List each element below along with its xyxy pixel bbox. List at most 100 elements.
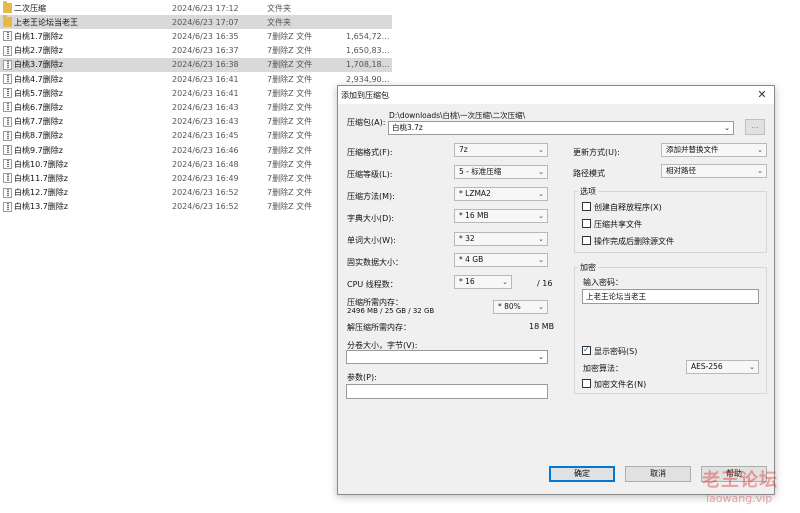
file-date: 2024/6/23 16:37: [172, 46, 239, 56]
file-row[interactable]: 白桃13.7删除z 2024/6/23 16:52 7删除Z 文件: [0, 200, 392, 214]
password-label: 输入密码：: [583, 278, 623, 287]
cpu-value: * 16: [459, 277, 475, 286]
dict-select[interactable]: * 16 MB ⌄: [454, 209, 548, 223]
chevron-down-icon[interactable]: ⌄: [724, 122, 730, 134]
file-size: 1,708,187...: [346, 60, 390, 70]
file-row[interactable]: 上老王论坛当老王 2024/6/23 17:07 文件夹: [0, 15, 392, 30]
close-icon[interactable]: ✕: [755, 88, 769, 102]
chevron-down-icon: ⌄: [538, 256, 544, 264]
sfx-label: 创建自释放程序(X): [594, 203, 662, 212]
path-select[interactable]: 相对路径 ⌄: [661, 164, 767, 178]
archive-icon: [3, 74, 12, 84]
show-password-checkbox[interactable]: [582, 345, 591, 355]
file-type: 7删除Z 文件: [267, 46, 313, 56]
file-date: 2024/6/23 16:41: [172, 74, 239, 84]
dialog-titlebar[interactable]: 添加到压缩包 ✕: [338, 86, 774, 104]
file-name: 白桃11.7删除z: [14, 173, 69, 183]
archive-name-input[interactable]: 白桃3.7z ⌄: [388, 121, 734, 135]
update-value: 添加并替换文件: [666, 145, 719, 154]
method-select[interactable]: * LZMA2 ⌄: [454, 187, 548, 201]
params-label: 参数(P):: [347, 373, 377, 382]
mem-select[interactable]: * 80% ⌄: [493, 300, 548, 314]
update-select[interactable]: 添加并替换文件 ⌄: [661, 143, 767, 157]
archive-icon: [3, 130, 12, 141]
encrypt-title: 加密: [578, 262, 598, 273]
file-row[interactable]: 白桃4.7删除z 2024/6/23 16:41 7删除Z 文件 2,934,902.…: [0, 72, 392, 86]
file-name: 白桃1.7删除z: [14, 31, 63, 41]
file-date: 2024/6/23 16:52: [172, 188, 239, 198]
password-value: 上老王论坛当老王: [586, 292, 646, 301]
shared-label: 压缩共享文件: [594, 220, 642, 229]
file-row[interactable]: 白桃8.7删除z 2024/6/23 16:45 7删除Z 文件: [0, 129, 392, 143]
method-label: 压缩方法(M):: [347, 192, 395, 201]
solid-select[interactable]: * 4 GB ⌄: [454, 253, 548, 267]
encrypt-names-checkbox[interactable]: [582, 379, 591, 388]
archive-icon: [3, 187, 12, 198]
params-input[interactable]: [346, 384, 548, 399]
delete-source-checkbox[interactable]: [582, 236, 591, 245]
cancel-button[interactable]: 取消: [625, 466, 691, 482]
file-name: 白桃9.7删除z: [14, 145, 63, 155]
archive-icon: [3, 173, 12, 184]
path-label: 路径模式: [573, 169, 605, 178]
file-name: 白桃4.7删除z: [14, 74, 63, 84]
file-date: 2024/6/23 16:48: [172, 159, 239, 169]
file-name: 白桃5.7删除z: [14, 88, 63, 98]
file-type: 文件夹: [267, 17, 291, 27]
dialog-title: 添加到压缩包: [341, 91, 389, 100]
file-name: 白桃8.7删除z: [14, 131, 63, 141]
archive-icon: [3, 102, 12, 113]
file-date: 2024/6/23 17:07: [172, 17, 239, 27]
format-select[interactable]: 7z ⌄: [454, 143, 548, 157]
cpu-select[interactable]: * 16 ⌄: [454, 275, 512, 289]
watermark-url: laowang.vip: [706, 492, 773, 505]
ok-button[interactable]: 确定: [549, 466, 615, 482]
word-label: 单词大小(W):: [347, 236, 396, 245]
split-input[interactable]: ⌄: [346, 350, 548, 364]
password-input[interactable]: 上老王论坛当老王: [582, 289, 759, 304]
file-row[interactable]: 白桃5.7删除z 2024/6/23 16:41 7删除Z 文件: [0, 86, 392, 100]
chevron-down-icon: ⌄: [749, 363, 755, 371]
file-date: 2024/6/23 16:49: [172, 173, 239, 183]
file-row[interactable]: 白桃3.7删除z 2024/6/23 16:38 7删除Z 文件 1,708,187.…: [0, 57, 392, 72]
browse-button[interactable]: ...: [745, 119, 765, 135]
level-select[interactable]: 5 - 标准压缩 ⌄: [454, 165, 548, 179]
dict-label: 字典大小(D):: [347, 214, 395, 223]
cpu-total: / 16: [537, 279, 553, 288]
enc-method-select[interactable]: AES-256 ⌄: [686, 360, 759, 374]
sfx-checkbox[interactable]: [582, 202, 591, 211]
file-row[interactable]: 白桃7.7删除z 2024/6/23 16:43 7删除Z 文件: [0, 115, 392, 129]
archive-icon: [3, 45, 12, 56]
file-list: 二次压缩 2024/6/23 17:12 文件夹 上老王论坛当老王 2024/6/23 …: [0, 0, 392, 220]
file-type: 7删除Z 文件: [267, 202, 313, 212]
file-row[interactable]: 白桃9.7删除z 2024/6/23 16:46 7删除Z 文件: [0, 143, 392, 157]
archive-icon: [3, 59, 12, 70]
file-type: 7删除Z 文件: [267, 60, 313, 70]
chevron-down-icon[interactable]: ⌄: [538, 351, 544, 363]
watermark-logo-text: 老王论坛: [702, 470, 778, 491]
file-row[interactable]: 白桃12.7删除z 2024/6/23 16:52 7删除Z 文件: [0, 186, 392, 200]
archive-icon: [3, 159, 12, 170]
file-date: 2024/6/23 16:43: [172, 102, 239, 112]
file-row[interactable]: 白桃10.7删除z 2024/6/23 16:48 7删除Z 文件: [0, 157, 392, 171]
word-select[interactable]: * 32 ⌄: [454, 232, 548, 246]
file-size: 1,654,724...: [346, 31, 390, 41]
shared-checkbox[interactable]: [582, 219, 591, 228]
add-to-archive-dialog: 添加到压缩包 ✕ 压缩包(A): D:\downloads\白桃\一次压缩\二次…: [337, 85, 775, 495]
update-label: 更新方式(U):: [573, 148, 620, 157]
file-row[interactable]: 白桃11.7删除z 2024/6/23 16:49 7删除Z 文件: [0, 171, 392, 185]
method-value: * LZMA2: [459, 189, 491, 198]
file-date: 2024/6/23 16:41: [172, 88, 239, 98]
file-row[interactable]: 白桃2.7删除z 2024/6/23 16:37 7删除Z 文件 1,650,831.…: [0, 44, 392, 58]
file-name: 白桃7.7删除z: [14, 117, 63, 127]
file-date: 2024/6/23 16:38: [172, 60, 239, 70]
file-row[interactable]: 白桃6.7删除z 2024/6/23 16:43 7删除Z 文件: [0, 100, 392, 114]
chevron-down-icon: ⌄: [538, 212, 544, 220]
file-name: 白桃10.7删除z: [14, 159, 69, 169]
format-value: 7z: [459, 145, 468, 154]
file-row[interactable]: 白桃1.7删除z 2024/6/23 16:35 7删除Z 文件 1,654,724.…: [0, 29, 392, 43]
file-row[interactable]: 二次压缩 2024/6/23 17:12 文件夹: [0, 1, 392, 15]
file-type: 7删除Z 文件: [267, 159, 313, 169]
archive-icon: [3, 116, 12, 127]
chevron-down-icon: ⌄: [502, 278, 508, 286]
